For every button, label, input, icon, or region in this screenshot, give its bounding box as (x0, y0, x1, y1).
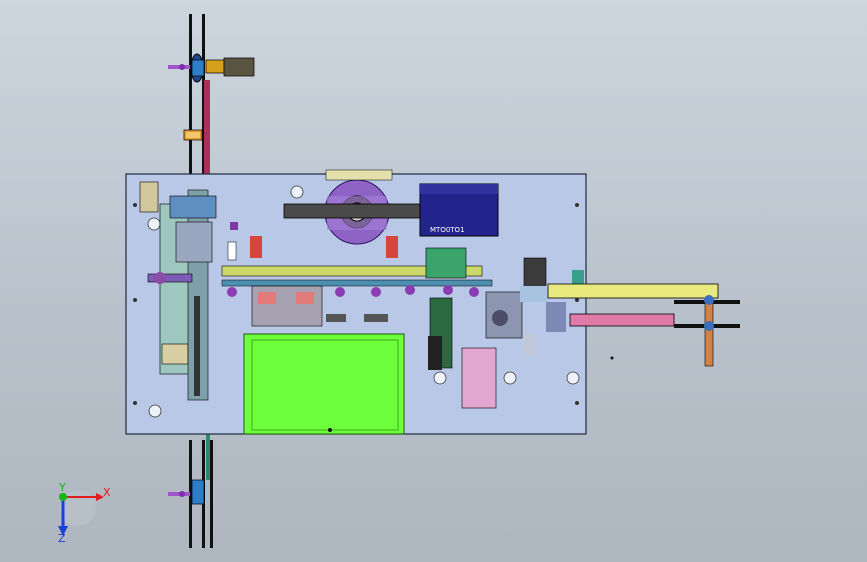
motor-label: MTO0TO1 (430, 226, 465, 234)
dark-crossbar[interactable] (283, 203, 433, 219)
orientation-triad[interactable]: X Y Z (58, 481, 111, 545)
y-axis-label: Y (58, 481, 66, 494)
x-axis-label: X (103, 486, 111, 499)
small-spool[interactable] (183, 129, 203, 141)
top-reel-assembly[interactable] (168, 14, 255, 174)
z-axis-label: Z (58, 532, 66, 545)
y-axis-dot (59, 493, 67, 501)
cad-model-svg[interactable]: MTO0TO1 X Y Z (0, 0, 867, 562)
feeder-plate[interactable] (243, 333, 405, 435)
cad-viewport[interactable]: MTO0TO1 X Y Z (0, 0, 867, 562)
blue-motor[interactable]: MTO0TO1 (419, 183, 499, 237)
